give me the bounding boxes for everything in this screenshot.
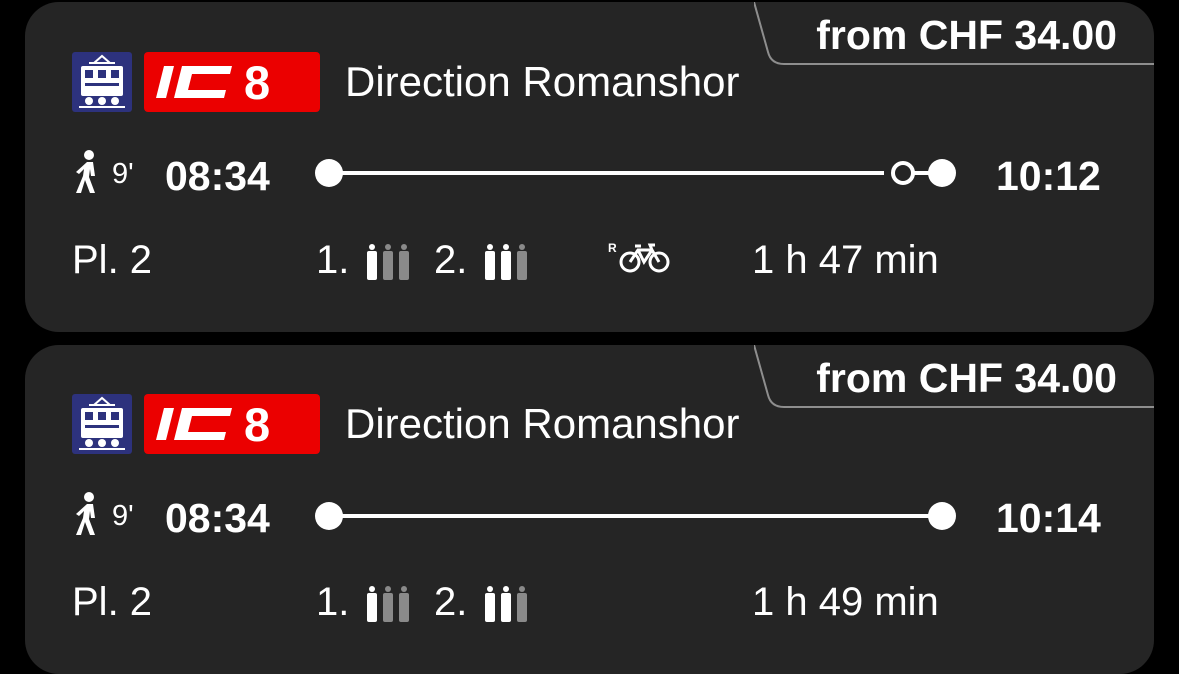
line-number: 8 bbox=[244, 398, 271, 451]
ic-logo bbox=[156, 66, 232, 98]
departure-time: 08:34 bbox=[165, 153, 270, 199]
route-line bbox=[315, 502, 956, 530]
arrival-time: 10:12 bbox=[996, 153, 1101, 199]
second-class-occupancy: 2. bbox=[434, 580, 530, 625]
occupancy-person-icon bbox=[485, 244, 528, 281]
second-class-label: 2. bbox=[434, 580, 468, 624]
ic-logo bbox=[156, 408, 232, 440]
price-tab: from CHF 34.00 bbox=[754, 2, 1154, 66]
occupancy-person-icon bbox=[485, 586, 528, 623]
walking-person-icon bbox=[76, 150, 95, 193]
first-class-occupancy: 1. bbox=[316, 580, 412, 625]
arrival-time: 10:14 bbox=[996, 495, 1101, 541]
train-icon bbox=[72, 394, 132, 454]
first-class-label: 1. bbox=[316, 580, 350, 624]
line-badge: 8 bbox=[144, 394, 320, 454]
first-class-occupancy: 1. bbox=[316, 238, 412, 283]
second-class-label: 2. bbox=[434, 238, 468, 282]
occupancy-person-icon bbox=[367, 586, 410, 623]
connection-card[interactable]: from CHF 34.00 8 Direction Romanshor 9' … bbox=[25, 2, 1154, 332]
line-number: 8 bbox=[244, 56, 271, 109]
price-label: from CHF 34.00 bbox=[816, 355, 1117, 401]
first-class-label: 1. bbox=[316, 238, 350, 282]
platform-label: Pl. 2 bbox=[72, 580, 153, 624]
direction-label: Direction Romanshor bbox=[345, 400, 740, 447]
walking-person-icon bbox=[76, 492, 95, 535]
price-tab: from CHF 34.00 bbox=[754, 345, 1154, 409]
route-line bbox=[315, 159, 956, 187]
duration-label: 1 h 47 min bbox=[752, 238, 939, 282]
platform-label: Pl. 2 bbox=[72, 238, 153, 282]
occupancy-person-icon bbox=[367, 244, 410, 281]
direction-label: Direction Romanshor bbox=[345, 58, 740, 105]
walk-time: 9' bbox=[112, 158, 134, 190]
line-badge: 8 bbox=[144, 52, 320, 112]
connection-card[interactable]: from CHF 34.00 8 Direction Romanshor 9' … bbox=[25, 345, 1154, 674]
departure-time: 08:34 bbox=[165, 495, 270, 541]
bike-reservation-icon: R bbox=[608, 241, 670, 273]
walk-time: 9' bbox=[112, 500, 134, 532]
price-label: from CHF 34.00 bbox=[816, 12, 1117, 58]
train-icon bbox=[72, 52, 132, 112]
svg-text:R: R bbox=[608, 241, 617, 255]
second-class-occupancy: 2. bbox=[434, 238, 530, 283]
duration-label: 1 h 49 min bbox=[752, 580, 939, 624]
